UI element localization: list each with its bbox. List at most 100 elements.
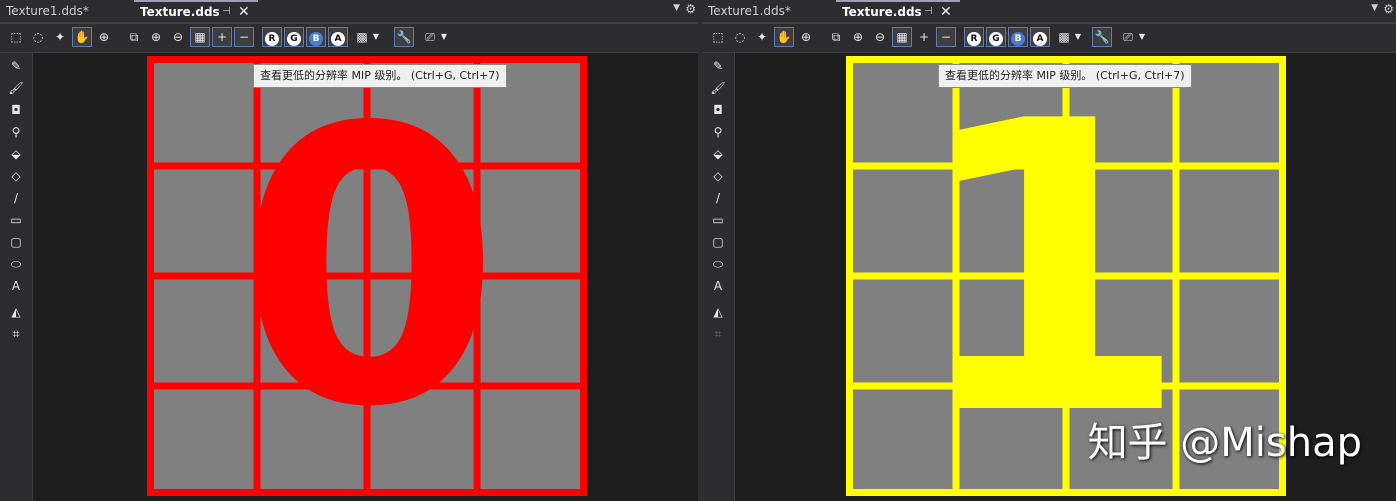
crop-icon[interactable]: ⌗ [6, 325, 26, 343]
pencil-icon[interactable]: ✎ [708, 57, 728, 75]
brush-icon[interactable]: 🖌 [708, 79, 728, 97]
fill-icon[interactable]: ⬙ [708, 145, 728, 163]
lasso-icon[interactable]: ◌ [28, 27, 48, 47]
remove-mip-icon[interactable]: − [234, 27, 254, 47]
rectangle-icon[interactable]: ▭ [708, 211, 728, 229]
tab-bar: Texture1.dds* Texture.dds ⊣ ✕ ▼ ⚙ [0, 0, 698, 24]
chevron-down-icon[interactable]: ▼ [673, 3, 680, 13]
text-icon[interactable]: A [708, 277, 728, 295]
image-editor-toolbar: ⬚ ◌ ✦ ✋ ⊕ ⧉ ⊕ ⊖ ▦ + − R G B A ▩ ▼ 🔧 ⎚ ▼ [702, 24, 1396, 53]
format-icon[interactable]: ⎚ [1118, 27, 1138, 47]
add-mip-icon[interactable]: + [212, 27, 232, 47]
pin-icon[interactable]: ⊣ [222, 2, 231, 22]
chevron-down-icon[interactable]: ▼ [1136, 27, 1148, 47]
tab-label: Texture.dds [842, 5, 922, 19]
channel-r-button[interactable]: R [262, 27, 282, 47]
channel-a-button[interactable]: A [1030, 27, 1050, 47]
channel-label: A [1033, 32, 1047, 46]
zoom-icon[interactable]: ⊕ [94, 27, 114, 47]
channel-label: G [287, 32, 301, 46]
rounded-rect-icon[interactable]: ▢ [6, 233, 26, 251]
pin-icon[interactable]: ⊣ [924, 2, 933, 22]
hand-icon[interactable]: ✋ [774, 27, 794, 47]
zoom-in-icon[interactable]: ⊕ [848, 27, 868, 47]
magic-wand-icon[interactable]: ✦ [752, 27, 772, 47]
pencil-icon[interactable]: ✎ [6, 57, 26, 75]
channel-label: B [1011, 32, 1025, 46]
fill-icon[interactable]: ⬙ [6, 145, 26, 163]
image-editor-toolbar: ⬚ ◌ ✦ ✋ ⊕ ⧉ ⊕ ⊖ ▦ + − R G B A ▩ ▼ 🔧 ⎚ ▼ [0, 24, 698, 53]
channel-label: B [309, 32, 323, 46]
watermark: 知乎 @Mishap [1087, 420, 1362, 466]
text-icon[interactable]: A [6, 277, 26, 295]
rectangle-icon[interactable]: ▭ [6, 211, 26, 229]
channel-b-button[interactable]: B [306, 27, 326, 47]
eyedropper-icon[interactable]: ⚲ [708, 123, 728, 141]
tab-texture1[interactable]: Texture1.dds* [702, 0, 832, 22]
zoom-icon[interactable]: ⊕ [796, 27, 816, 47]
properties-icon[interactable]: 🔧 [1092, 27, 1112, 47]
fit-icon[interactable]: ⧉ [124, 27, 144, 47]
document-pane-left: Texture1.dds* Texture.dds ⊣ ✕ ▼ ⚙ ⬚ ◌ ✦ … [0, 0, 698, 501]
chevron-down-icon[interactable]: ▼ [1371, 3, 1378, 13]
eraser-icon[interactable]: ◇ [6, 167, 26, 185]
tab-bar: Texture1.dds* Texture.dds ⊣ ✕ ▼ ⚙ [702, 0, 1396, 24]
chevron-down-icon[interactable]: ▼ [370, 27, 382, 47]
flip-icon[interactable]: ◭ [708, 303, 728, 321]
line-icon[interactable]: / [708, 189, 728, 207]
select-icon[interactable]: ⬚ [6, 27, 26, 47]
mip-digit: 0 [237, 56, 501, 490]
zoom-in-icon[interactable]: ⊕ [146, 27, 166, 47]
remove-mip-icon[interactable]: − [936, 27, 956, 47]
checker-icon[interactable]: ▩ [1054, 27, 1074, 47]
tooltip: 查看更低的分辨率 MIP 级别。 (Ctrl+G, Ctrl+7) [938, 64, 1192, 88]
zoom-out-icon[interactable]: ⊖ [870, 27, 890, 47]
checker-icon[interactable]: ▩ [352, 27, 372, 47]
eraser-icon[interactable]: ◇ [708, 167, 728, 185]
spray-icon[interactable]: ◘ [708, 101, 728, 119]
brush-icon[interactable]: 🖌 [6, 79, 26, 97]
tab-texture1[interactable]: Texture1.dds* [0, 0, 130, 22]
tool-sidebar: ✎ 🖌 ◘ ⚲ ⬙ ◇ / ▭ ▢ ⬭ A ◭ ⌗ [702, 53, 735, 501]
close-icon[interactable]: ✕ [940, 2, 952, 22]
channel-a-button[interactable]: A [328, 27, 348, 47]
grid-icon[interactable]: ▦ [190, 27, 210, 47]
tab-label: Texture1.dds* [6, 4, 89, 18]
tooltip: 查看更低的分辨率 MIP 级别。 (Ctrl+G, Ctrl+7) [253, 64, 507, 88]
channel-g-button[interactable]: G [986, 27, 1006, 47]
spray-icon[interactable]: ◘ [6, 101, 26, 119]
channel-label: R [265, 32, 279, 46]
gear-icon[interactable]: ⚙ [685, 2, 696, 16]
flip-icon[interactable]: ◭ [6, 303, 26, 321]
texture-canvas[interactable]: 0 查看更低的分辨率 MIP 级别。 (Ctrl+G, Ctrl+7) [33, 53, 698, 501]
select-icon[interactable]: ⬚ [708, 27, 728, 47]
tab-label: Texture1.dds* [708, 4, 791, 18]
grid-icon[interactable]: ▦ [892, 27, 912, 47]
eyedropper-icon[interactable]: ⚲ [6, 123, 26, 141]
zoom-out-icon[interactable]: ⊖ [168, 27, 188, 47]
channel-r-button[interactable]: R [964, 27, 984, 47]
tab-texture-active[interactable]: Texture.dds ⊣ ✕ [836, 0, 960, 22]
ellipse-icon[interactable]: ⬭ [708, 255, 728, 273]
chevron-down-icon[interactable]: ▼ [438, 27, 450, 47]
close-icon[interactable]: ✕ [238, 2, 250, 22]
channel-g-button[interactable]: G [284, 27, 304, 47]
texture-image: 0 [147, 56, 587, 496]
chevron-down-icon[interactable]: ▼ [1072, 27, 1084, 47]
add-mip-icon[interactable]: + [914, 27, 934, 47]
channel-b-button[interactable]: B [1008, 27, 1028, 47]
rounded-rect-icon[interactable]: ▢ [708, 233, 728, 251]
tab-texture-active[interactable]: Texture.dds ⊣ ✕ [134, 0, 258, 22]
channel-label: A [331, 32, 345, 46]
line-icon[interactable]: / [6, 189, 26, 207]
hand-icon[interactable]: ✋ [72, 27, 92, 47]
properties-icon[interactable]: 🔧 [394, 27, 414, 47]
ellipse-icon[interactable]: ⬭ [6, 255, 26, 273]
lasso-icon[interactable]: ◌ [730, 27, 750, 47]
format-icon[interactable]: ⎚ [420, 27, 440, 47]
gear-icon[interactable]: ⚙ [1383, 2, 1394, 16]
fit-icon[interactable]: ⧉ [826, 27, 846, 47]
magic-wand-icon[interactable]: ✦ [50, 27, 70, 47]
crop-icon[interactable]: ⌗ [708, 325, 728, 343]
document-pane-right: Texture1.dds* Texture.dds ⊣ ✕ ▼ ⚙ ⬚ ◌ ✦ … [702, 0, 1396, 501]
